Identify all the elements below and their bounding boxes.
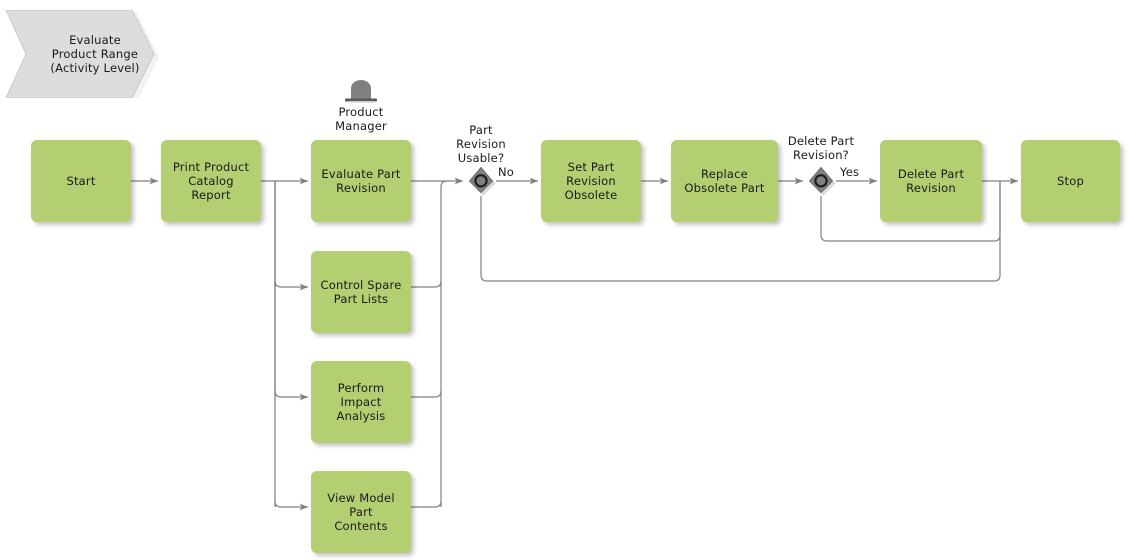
gateway-question-part-revision-usable: Part Revision Usable? (456, 123, 506, 165)
node-label: Delete Part Revision (897, 167, 965, 195)
gateway-diamond-icon (468, 166, 496, 196)
edge-branch-to-perform-impact (274, 390, 309, 401)
connector-layer (131, 177, 1019, 511)
diagram-canvas: Evaluate Product Range (Activity Level) … (0, 0, 1130, 560)
node-replace-obsolete-part[interactable]: Replace Obsolete Part (671, 140, 778, 222)
node-label: Stop (1057, 174, 1084, 188)
node-label: Replace Obsolete Part (684, 167, 765, 195)
node-label: Evaluate Part Revision (321, 167, 401, 195)
gateway-diamond-icon (808, 166, 836, 196)
node-stop[interactable]: Stop (1021, 140, 1120, 222)
node-label: Set Part Revision Obsolete (564, 160, 618, 202)
node-perform-impact-analysis[interactable]: Perform Impact Analysis (311, 361, 411, 443)
gateway-delete-part-revision[interactable] (806, 166, 836, 196)
diagram-banner: Evaluate Product Range (Activity Level) (4, 10, 164, 98)
node-start[interactable]: Start (31, 140, 131, 222)
node-view-model-part-contents[interactable]: View Model Part Contents (311, 471, 411, 553)
node-set-part-revision-obsolete[interactable]: Set Part Revision Obsolete (541, 140, 641, 222)
edge-merge-trunk-elbow-top (440, 180, 448, 188)
gateway-branch-label-yes: Yes (840, 165, 860, 179)
role-label: Product Manager (335, 105, 387, 133)
node-label: Perform Impact Analysis (336, 381, 386, 423)
gateway-branch-label-no: No (498, 165, 515, 179)
node-print-product-catalog-report[interactable]: Print Product Catalog Report (161, 140, 261, 222)
edge-control-spare-to-merge (411, 280, 442, 288)
node-control-spare-part-lists[interactable]: Control Spare Part Lists (311, 251, 411, 333)
node-delete-part-revision[interactable]: Delete Part Revision (880, 140, 982, 222)
role-product-manager: Product Manager (316, 80, 406, 133)
node-label: Start (66, 174, 96, 188)
edge-branch-to-control-spare (274, 280, 309, 291)
banner-label: Evaluate Product Range (Activity Level) (50, 33, 140, 75)
edge-view-model-to-merge (411, 500, 442, 508)
edge-branch-to-view-model (274, 500, 309, 511)
gateway-part-revision-usable[interactable] (466, 166, 496, 196)
node-evaluate-part-revision[interactable]: Evaluate Part Revision (311, 140, 411, 222)
node-label: Print Product Catalog Report (172, 160, 250, 202)
node-label: View Model Part Contents (327, 491, 395, 533)
gateway-question-delete-part-revision: Delete Part Revision? (787, 134, 855, 162)
node-label: Control Spare Part Lists (320, 278, 402, 306)
edge-perform-impact-to-merge (411, 390, 442, 398)
actor-hat-icon (345, 80, 377, 103)
